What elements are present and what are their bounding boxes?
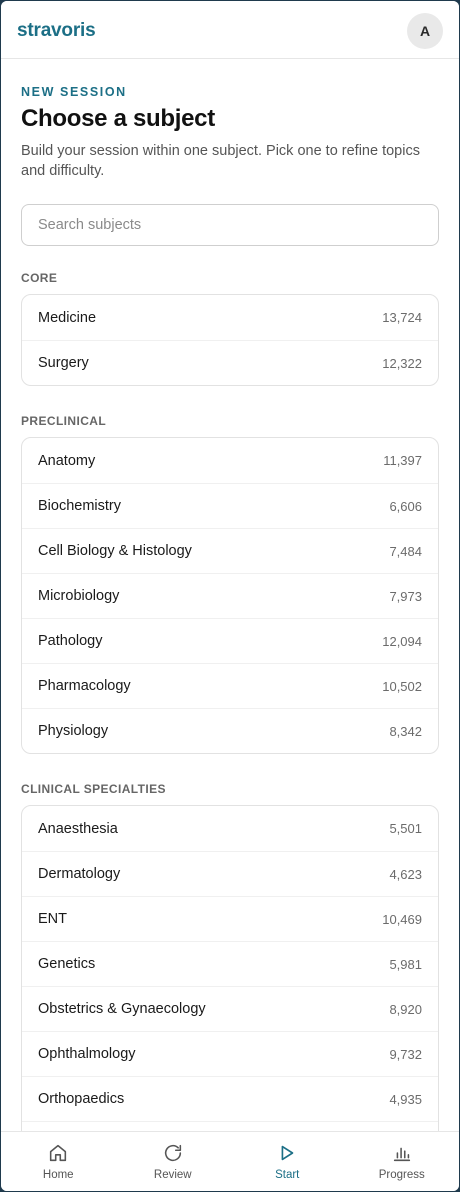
subject-row[interactable]: Ophthalmology 9,732 [22, 1031, 438, 1076]
subject-row[interactable]: Pharmacology 10,502 [22, 663, 438, 708]
subject-name: Obstetrics & Gynaecology [38, 1001, 206, 1017]
page-title: Choose a subject [21, 105, 215, 132]
question-count: 13,724 [382, 310, 422, 325]
question-count: 5,501 [389, 821, 422, 836]
subject-name: Medicine [38, 309, 97, 326]
question-count: 9,732 [389, 1046, 422, 1062]
subject-name: Pharmacology [38, 678, 131, 694]
question-count: 12,094 [382, 633, 422, 649]
subject-row[interactable]: Genetics 5,981 [22, 941, 438, 986]
nav-label: Home [42, 1169, 74, 1181]
subject-row[interactable]: Microbiology 7,973 [22, 573, 438, 618]
page-eyebrow: NEW SESSION [21, 85, 127, 99]
subject-row[interactable]: Physiology 8,342 [22, 708, 438, 753]
question-count: 10,469 [382, 911, 422, 927]
subject-name: Ophthalmology [38, 1046, 136, 1062]
avatar[interactable]: A [407, 13, 443, 49]
main-content: NEW SESSION Choose a subject Build your … [1, 59, 459, 1131]
nav-progress[interactable]: Progress [345, 1132, 460, 1191]
question-count: 11,397 [383, 453, 422, 468]
subject-name: Surgery [38, 355, 89, 371]
subject-row[interactable] [22, 1121, 438, 1131]
nav-label: Start [275, 1169, 300, 1181]
nav-label: Review [153, 1169, 192, 1181]
question-count: 8,920 [389, 1001, 422, 1017]
section-label-core: CORE [21, 271, 58, 285]
subject-name: ENT [38, 911, 67, 927]
question-count: 7,484 [389, 543, 422, 559]
question-count: 7,973 [389, 588, 422, 604]
subject-row[interactable]: Anatomy 11,397 [22, 438, 438, 483]
question-count: 8,342 [389, 723, 422, 739]
nav-home[interactable]: Home [1, 1132, 116, 1191]
question-count: 10,502 [382, 678, 422, 694]
subject-name: Microbiology [38, 588, 120, 604]
subject-row[interactable]: Biochemistry 6,606 [22, 483, 438, 528]
bar-chart-icon [393, 1147, 410, 1162]
subject-row[interactable]: Surgery 12,322 [22, 340, 438, 385]
subject-name: Anaesthesia [38, 820, 118, 837]
top-bar: stravoris A [1, 1, 459, 59]
subject-row[interactable]: ENT 10,469 [22, 896, 438, 941]
subject-row[interactable]: Cell Biology & Histology 7,484 [22, 528, 438, 573]
question-count: 4,935 [389, 1091, 422, 1107]
section-label-clinical: CLINICAL SPECIALTIES [21, 782, 166, 796]
section-label-preclinical: PRECLINICAL [21, 414, 107, 428]
subject-row[interactable]: Orthopaedics 4,935 [22, 1076, 438, 1121]
nav-start[interactable]: Start [230, 1132, 345, 1191]
question-count: 5,981 [389, 956, 422, 972]
nav-review[interactable]: Review [116, 1132, 231, 1191]
subject-name: Physiology [38, 723, 109, 739]
subject-row[interactable]: Obstetrics & Gynaecology 8,920 [22, 986, 438, 1031]
subject-name: Pathology [38, 633, 103, 649]
subject-row[interactable]: Pathology 12,094 [22, 618, 438, 663]
subject-card-clinical: Anaesthesia 5,501 Dermatology 4,623 ENT 10,… [21, 805, 439, 1131]
subject-row[interactable]: Dermatology 4,623 [22, 851, 438, 896]
question-count: 6,606 [389, 498, 422, 514]
subject-name: Biochemistry [38, 498, 121, 514]
subject-name: Orthopaedics [38, 1091, 125, 1107]
subject-name: Dermatology [38, 866, 121, 882]
refresh-icon [164, 1144, 181, 1162]
subject-name: Cell Biology & Histology [38, 543, 192, 559]
subject-row[interactable]: Anaesthesia 5,501 [22, 806, 438, 851]
subject-name: Anatomy [38, 452, 96, 469]
question-count: 4,623 [389, 866, 422, 882]
play-icon [281, 1145, 294, 1161]
home-icon [50, 1144, 67, 1162]
bottom-nav: Home Review Start Progress [1, 1131, 459, 1191]
app-frame: stravoris A NEW SESSION Choose a subject… [1, 1, 459, 1191]
subject-card-preclinical: Anatomy 11,397 Biochemistry 6,606 Cell Bio… [21, 437, 439, 754]
brand-logo[interactable]: stravoris [17, 20, 96, 42]
subject-name: Genetics [38, 956, 96, 972]
question-count: 12,322 [382, 355, 422, 371]
page-subtitle: Build your session within one subject. P… [21, 143, 420, 179]
search-input[interactable] [21, 204, 439, 246]
subject-row[interactable]: Medicine 13,724 [22, 295, 438, 340]
subject-card-core: Medicine 13,724 Surgery 12,322 [21, 294, 439, 386]
nav-label: Progress [378, 1169, 425, 1181]
